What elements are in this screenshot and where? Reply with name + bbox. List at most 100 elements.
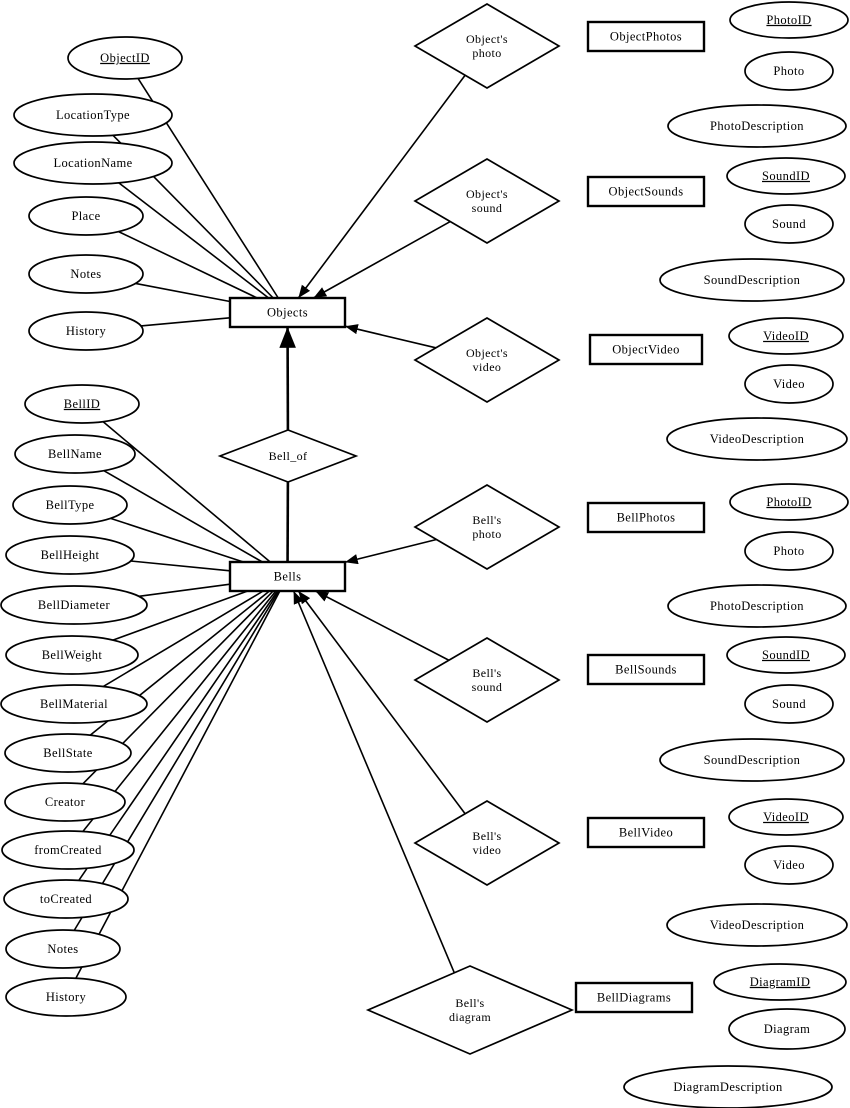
relationship-bells-sound[interactable]: Bell'ssound xyxy=(413,637,561,723)
attribute-label-belldiameter: BellDiameter xyxy=(38,598,111,612)
relationship-label-objects-photo: photo xyxy=(472,46,501,60)
relationship-label-bells-photo: photo xyxy=(472,527,501,541)
attribute-photodesc-bell[interactable]: PhotoDescription xyxy=(667,584,847,628)
relationship-objects-video[interactable]: Object'svideo xyxy=(413,317,561,403)
attribute-diagramdesc-bell[interactable]: DiagramDescription xyxy=(623,1065,833,1108)
attribute-label-locationname: LocationName xyxy=(53,156,132,170)
attribute-videodesc-obj[interactable]: VideoDescription xyxy=(666,417,848,461)
entity-label-bellvideo: BellVideo xyxy=(619,825,673,839)
attribute-photodesc-obj[interactable]: PhotoDescription xyxy=(667,104,847,148)
er-edge xyxy=(297,590,466,815)
attribute-fromcreated[interactable]: fromCreated xyxy=(1,830,135,870)
entity-bells[interactable]: Bells xyxy=(228,560,347,593)
attribute-place[interactable]: Place xyxy=(28,196,144,236)
er-edge xyxy=(135,282,231,303)
entity-label-bells: Bells xyxy=(274,569,302,583)
nodes-layer: Objects Bells ObjectPhotos ObjectSounds Obje… xyxy=(0,1,849,1108)
attribute-soundid-obj[interactable]: SoundID xyxy=(726,157,846,195)
attribute-sounddesc-bell[interactable]: SoundDescription xyxy=(659,738,845,782)
relationship-bell-of[interactable]: Bell_of xyxy=(217,429,359,483)
attribute-belltype[interactable]: BellType xyxy=(12,485,128,525)
entity-label-bellsounds: BellSounds xyxy=(615,662,677,676)
entity-label-objects: Objects xyxy=(267,305,308,319)
relationship-objects-sound[interactable]: Object'ssound xyxy=(413,158,561,244)
entity-objects[interactable]: Objects xyxy=(228,296,347,329)
attribute-sound-obj[interactable]: Sound xyxy=(744,204,834,244)
attribute-label-history-bell: History xyxy=(46,990,87,1004)
attribute-video-bell[interactable]: Video xyxy=(744,845,834,885)
attribute-diagram-bell[interactable]: Diagram xyxy=(728,1008,846,1050)
attribute-creator[interactable]: Creator xyxy=(4,782,126,822)
attribute-history-obj[interactable]: History xyxy=(28,311,144,351)
attribute-objectid[interactable]: ObjectID xyxy=(67,36,183,80)
er-edge xyxy=(344,324,437,349)
relationship-label-bells-sound: sound xyxy=(472,680,503,694)
er-edge xyxy=(292,590,456,974)
attribute-locationname[interactable]: LocationName xyxy=(13,141,173,185)
attribute-label-tocreated: toCreated xyxy=(40,892,93,906)
attribute-video-obj[interactable]: Video xyxy=(744,364,834,404)
attribute-sounddesc-obj[interactable]: SoundDescription xyxy=(659,258,845,302)
attribute-label-fromcreated: fromCreated xyxy=(34,843,102,857)
attribute-label-belltype: BellType xyxy=(46,498,95,512)
attribute-label-photoid-obj: PhotoID xyxy=(766,13,811,27)
entity-belldiagrams[interactable]: BellDiagrams xyxy=(574,981,694,1014)
entity-bellphotos[interactable]: BellPhotos xyxy=(586,501,706,534)
attribute-bellheight[interactable]: BellHeight xyxy=(5,535,135,575)
entity-objectvideo[interactable]: ObjectVideo xyxy=(588,333,704,366)
attribute-notes-obj[interactable]: Notes xyxy=(28,254,144,294)
er-edge xyxy=(315,590,450,661)
relationship-label-bells-sound: Bell's xyxy=(472,666,501,680)
attribute-videoid-bell[interactable]: VideoID xyxy=(728,798,844,836)
attribute-bellmaterial[interactable]: BellMaterial xyxy=(0,684,148,724)
attribute-label-photodesc-bell: PhotoDescription xyxy=(710,599,804,613)
attribute-label-videodesc-obj: VideoDescription xyxy=(710,432,805,446)
er-edge xyxy=(140,316,231,327)
attribute-locationtype[interactable]: LocationType xyxy=(13,93,173,137)
attribute-label-notes-bell: Notes xyxy=(47,942,78,956)
er-edge xyxy=(138,583,231,598)
attribute-soundid-bell[interactable]: SoundID xyxy=(726,636,846,674)
attribute-tocreated[interactable]: toCreated xyxy=(3,879,129,919)
attribute-videodesc-bell[interactable]: VideoDescription xyxy=(666,903,848,947)
relationship-label-bells-diagram: diagram xyxy=(449,1010,491,1024)
entity-bellvideo[interactable]: BellVideo xyxy=(586,816,706,849)
er-edge xyxy=(118,182,270,299)
attribute-label-videoid-bell: VideoID xyxy=(763,810,809,824)
attribute-sound-bell[interactable]: Sound xyxy=(744,684,834,724)
relationship-objects-photo[interactable]: Object'sphoto xyxy=(413,3,561,89)
attribute-label-place: Place xyxy=(71,209,100,223)
attribute-diagramid-bell[interactable]: DiagramID xyxy=(713,963,847,1001)
relationship-label-bells-video: Bell's xyxy=(472,829,501,843)
entity-bellsounds[interactable]: BellSounds xyxy=(586,653,706,686)
attribute-history-bell[interactable]: History xyxy=(5,977,127,1017)
entity-label-objectsounds: ObjectSounds xyxy=(609,184,684,198)
attribute-photo-obj[interactable]: Photo xyxy=(744,51,834,91)
relationship-bells-photo[interactable]: Bell'sphoto xyxy=(413,484,561,570)
attribute-label-videoid-obj: VideoID xyxy=(763,329,809,343)
attribute-bellname[interactable]: BellName xyxy=(14,434,136,474)
relationship-bells-diagram[interactable]: Bell'sdiagram xyxy=(365,965,575,1055)
attribute-label-diagramdesc-bell: DiagramDescription xyxy=(673,1080,783,1094)
entity-objectsounds[interactable]: ObjectSounds xyxy=(586,175,706,208)
attribute-label-photo-obj: Photo xyxy=(773,64,804,78)
relationship-label-bells-photo: Bell's xyxy=(472,513,501,527)
relationship-label-objects-video: video xyxy=(473,360,502,374)
attribute-bellstate[interactable]: BellState xyxy=(4,733,132,773)
relationship-bells-video[interactable]: Bell'svideo xyxy=(413,800,561,886)
attribute-videoid-obj[interactable]: VideoID xyxy=(728,317,844,355)
attribute-notes-bell[interactable]: Notes xyxy=(5,929,121,969)
attribute-label-objectid: ObjectID xyxy=(100,51,150,65)
relationship-label-objects-video: Object's xyxy=(466,346,508,360)
attribute-photoid-bell[interactable]: PhotoID xyxy=(729,483,849,521)
attribute-photoid-obj[interactable]: PhotoID xyxy=(729,1,849,39)
entity-label-belldiagrams: BellDiagrams xyxy=(597,990,671,1004)
attribute-belldiameter[interactable]: BellDiameter xyxy=(0,585,148,625)
attribute-bellid[interactable]: BellID xyxy=(24,384,140,424)
relationship-label-objects-sound: sound xyxy=(472,201,503,215)
entity-objectphotos[interactable]: ObjectPhotos xyxy=(586,20,706,53)
er-edge xyxy=(313,220,451,299)
attribute-label-bellstate: BellState xyxy=(43,746,92,760)
attribute-photo-bell[interactable]: Photo xyxy=(744,531,834,571)
attribute-bellweight[interactable]: BellWeight xyxy=(5,635,139,675)
